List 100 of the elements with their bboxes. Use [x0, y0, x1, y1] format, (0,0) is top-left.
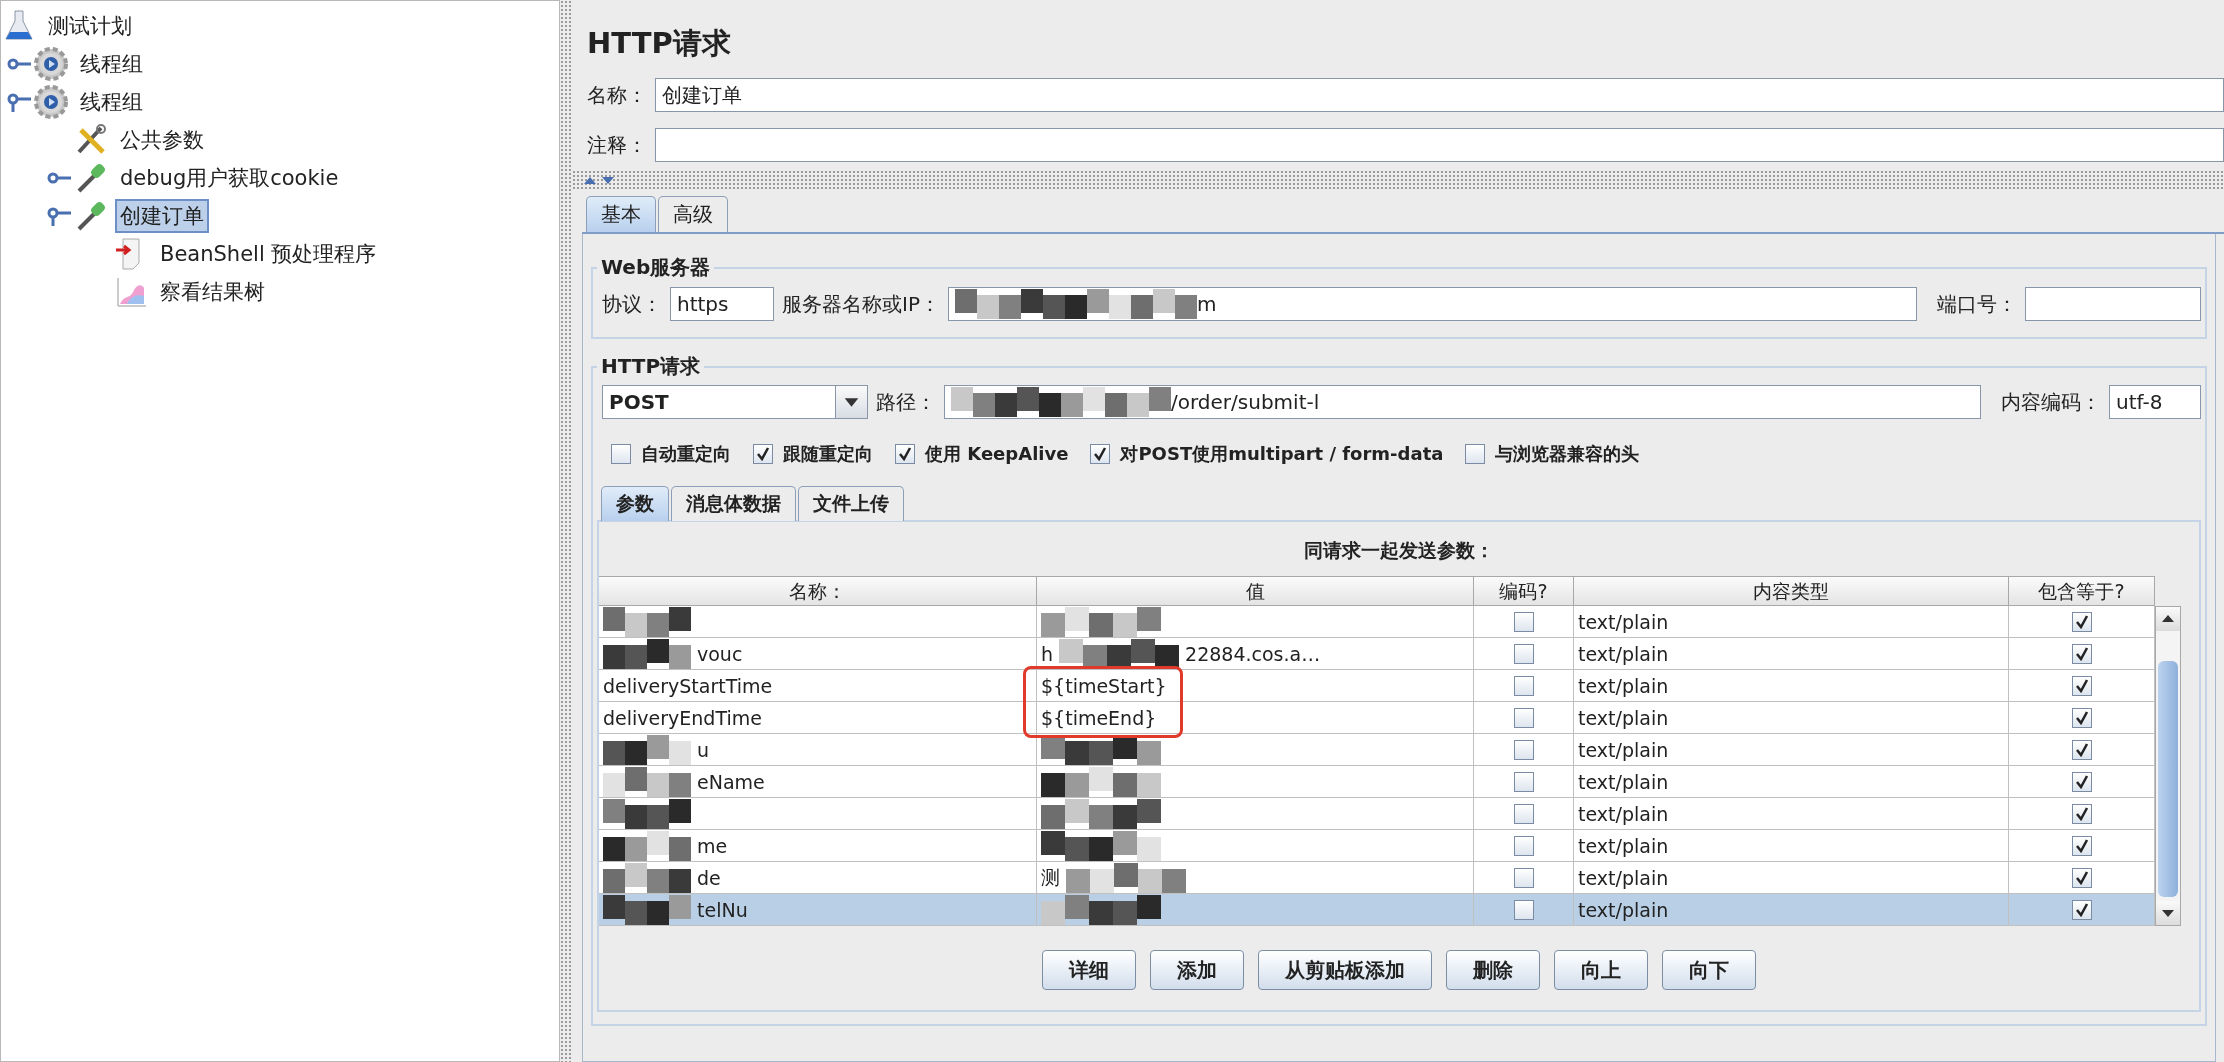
table-cell: text/plain — [1574, 702, 2009, 734]
checkbox[interactable] — [2071, 803, 2092, 824]
group-title: HTTP请求 — [600, 353, 702, 380]
tab[interactable]: 基本 — [586, 196, 656, 232]
tree-node[interactable]: BeanShell 预处理程序 — [155, 237, 382, 271]
cell-text: 22884.cos.a… — [1185, 642, 1321, 665]
field-label: 服务器名称或IP： — [782, 290, 940, 318]
collapse-arrows-icon[interactable] — [582, 174, 616, 186]
action-button[interactable]: 向下 — [1662, 950, 1756, 990]
checkbox[interactable] — [2071, 867, 2092, 888]
checkbox[interactable] — [2071, 643, 2092, 664]
column-header[interactable]: 编码? — [1474, 576, 1574, 606]
table-cell: ${timeEnd} — [1037, 702, 1474, 734]
expanded-handle-icon[interactable] — [45, 206, 73, 226]
tab[interactable]: 高级 — [658, 196, 728, 232]
checkbox-label: 自动重定向 — [641, 442, 731, 466]
table-cell: deliveryEndTime — [599, 702, 1037, 734]
checkbox[interactable] — [1513, 899, 1534, 920]
table-cell: de — [599, 862, 1037, 894]
table-caption: 同请求一起发送参数： — [1303, 538, 1495, 563]
column-header[interactable]: 名称： — [599, 576, 1037, 606]
comment-field[interactable] — [655, 128, 2224, 162]
scroll-down-icon[interactable] — [2156, 901, 2180, 925]
table-cell: text/plain — [1574, 766, 2009, 798]
tree-node[interactable]: 线程组 — [75, 85, 148, 119]
checkbox[interactable] — [895, 444, 915, 464]
table-cell: deliveryStartTime — [599, 670, 1037, 702]
column-header[interactable]: 包含等于? — [2009, 576, 2155, 606]
panel-title: HTTP请求 — [587, 25, 732, 60]
table-cell: me — [599, 830, 1037, 862]
checkbox[interactable] — [2071, 675, 2092, 696]
name-field[interactable]: 创建订单 — [655, 78, 2224, 112]
table-cell: text/plain — [1574, 638, 2009, 670]
table-cell: text/plain — [1574, 862, 2009, 894]
checkbox[interactable] — [1465, 444, 1486, 464]
action-button[interactable]: 删除 — [1446, 950, 1540, 990]
table-cell: text/plain — [1574, 894, 2009, 926]
table-cell: 测 — [1037, 862, 1474, 894]
checkbox[interactable] — [2071, 611, 2092, 632]
action-button[interactable]: 添加 — [1150, 950, 1244, 990]
gear-icon — [33, 84, 69, 120]
checkbox[interactable] — [2071, 771, 2092, 792]
port-field[interactable] — [2025, 287, 2201, 321]
checkbox-label: 跟随重定向 — [783, 442, 873, 466]
table-cell: text/plain — [1574, 670, 2009, 702]
tab[interactable]: 消息体数据 — [671, 486, 796, 521]
action-button[interactable]: 详细 — [1042, 950, 1136, 990]
field-label: 内容编码： — [2001, 388, 2101, 416]
path-field[interactable]: /order/submit-l — [944, 385, 1981, 419]
field-label: 协议： — [602, 290, 662, 318]
tab[interactable]: 参数 — [601, 486, 669, 521]
table-cell: ${timeStart} — [1037, 670, 1474, 702]
checkbox[interactable] — [1513, 803, 1534, 824]
scroll-thumb[interactable] — [2158, 661, 2178, 897]
field-label: 端口号： — [1937, 290, 2017, 318]
checkbox[interactable] — [1513, 611, 1534, 632]
column-header[interactable]: 内容类型 — [1574, 576, 2009, 606]
checkbox[interactable] — [2071, 835, 2092, 856]
field-label: 路径： — [876, 388, 936, 416]
checkbox[interactable] — [1513, 643, 1534, 664]
checkbox[interactable] — [1513, 675, 1534, 696]
checkbox[interactable] — [2071, 739, 2092, 760]
tree-node[interactable]: 线程组 — [75, 47, 148, 81]
encoding-field[interactable]: utf-8 — [2109, 385, 2201, 419]
checkbox-label: 与浏览器兼容的头 — [1495, 442, 1640, 466]
table-cell: eName — [599, 766, 1037, 798]
protocol-field[interactable]: https — [670, 287, 774, 321]
tree-node[interactable]: 察看结果树 — [155, 275, 270, 309]
tree-node[interactable]: debug用户获取cookie — [115, 161, 344, 195]
action-button[interactable]: 向上 — [1554, 950, 1648, 990]
column-header[interactable]: 值 — [1037, 576, 1474, 606]
table-cell: telNu — [599, 894, 1037, 926]
checkbox[interactable] — [1513, 707, 1534, 728]
checkbox[interactable] — [2071, 707, 2092, 728]
checkbox-label: 使用 KeepAlive — [925, 442, 1069, 466]
checkbox[interactable] — [1513, 835, 1534, 856]
method-dropdown[interactable]: POST — [602, 385, 868, 419]
field-value: /order/submit-l — [1171, 390, 1320, 414]
checkbox-label: 对POST使用multipart / form-data — [1120, 442, 1444, 466]
scrollbar[interactable] — [2155, 606, 2181, 926]
field-label: 名称： — [587, 81, 647, 109]
tab[interactable]: 文件上传 — [798, 486, 904, 521]
action-button[interactable]: 从剪贴板添加 — [1258, 950, 1432, 990]
checkbox[interactable] — [1513, 867, 1534, 888]
checkbox[interactable] — [1513, 771, 1534, 792]
table-cell: h 22884.cos.a… — [1037, 638, 1474, 670]
tree-node[interactable]: 创建订单 — [115, 199, 209, 233]
scroll-up-icon[interactable] — [2156, 607, 2180, 631]
checkbox[interactable] — [1090, 444, 1111, 464]
table-cell: u — [599, 734, 1037, 766]
server-field[interactable]: m — [947, 287, 1917, 321]
checkbox[interactable] — [1513, 739, 1534, 760]
field-value: m — [1196, 292, 1217, 316]
group-title: Web服务器 — [600, 254, 712, 281]
checkbox[interactable] — [753, 444, 773, 464]
tree-node[interactable]: 公共参数 — [115, 123, 209, 157]
checkbox[interactable] — [611, 444, 631, 464]
tree-node[interactable]: 测试计划 — [43, 9, 137, 43]
expanded-handle-icon[interactable] — [5, 92, 33, 112]
checkbox[interactable] — [2071, 899, 2092, 920]
